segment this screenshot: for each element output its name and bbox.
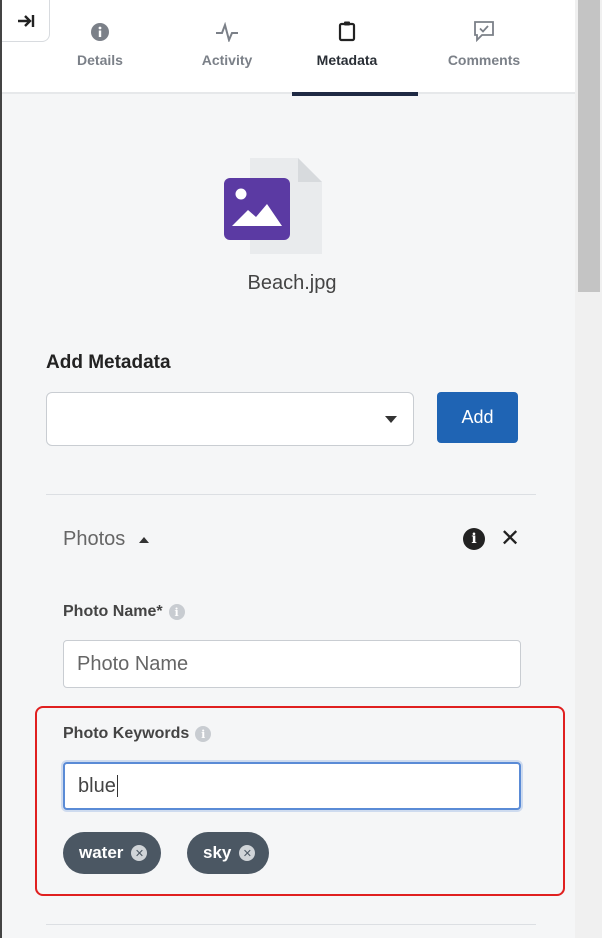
photos-section-toggle[interactable]: Photos [63, 528, 150, 551]
add-metadata-button[interactable]: Add [437, 392, 518, 443]
tab-bar: Details Activity Metadata Comments [2, 0, 575, 96]
tab-label: Details [77, 52, 123, 68]
info-icon[interactable]: i [168, 604, 185, 620]
remove-chip-icon[interactable]: ✕ [131, 845, 148, 861]
tab-label: Comments [447, 52, 521, 68]
tab-details[interactable]: Details [45, 18, 155, 94]
info-icon[interactable]: i [463, 528, 485, 550]
text-cursor [116, 775, 118, 797]
scrollbar[interactable] [575, 0, 602, 938]
tab-label: Metadata [316, 52, 378, 68]
tab-label: Activity [201, 52, 253, 68]
image-file-icon [224, 158, 322, 254]
keyword-chip-label: sky [203, 843, 232, 862]
remove-chip-icon[interactable]: ✕ [239, 845, 256, 861]
chevron-down-icon [385, 416, 397, 423]
divider [46, 924, 536, 925]
keyword-chip: water ✕ [63, 832, 162, 874]
photo-keywords-label: Photo Keywords i [63, 725, 212, 743]
metadata-panel: Details Activity Metadata Comments Beach… [0, 0, 575, 938]
collapse-panel-button[interactable] [2, 0, 50, 42]
section-title: Photos [63, 528, 126, 550]
photo-name-label: Photo Name* i [63, 603, 185, 621]
photo-keywords-value: blue [78, 774, 116, 797]
photo-keywords-input[interactable]: blue [63, 762, 521, 810]
divider [46, 494, 536, 495]
info-circle-icon [91, 23, 109, 41]
field-label-text: Photo Keywords [63, 725, 190, 742]
comment-check-icon [474, 21, 494, 42]
file-name: Beach.jpg [247, 272, 337, 294]
keyword-chip: sky ✕ [187, 832, 270, 874]
clipboard-icon [338, 21, 356, 42]
tab-activity[interactable]: Activity [172, 18, 282, 94]
tab-comments[interactable]: Comments [429, 18, 539, 94]
scrollbar-thumb[interactable] [578, 0, 600, 292]
photo-name-input[interactable]: Photo Name [63, 640, 521, 688]
activity-pulse-icon [216, 22, 238, 42]
close-icon[interactable]: ✕ [500, 524, 520, 553]
keyword-chip-label: water [79, 843, 124, 862]
caret-up-icon [139, 536, 150, 543]
collapse-right-icon [17, 14, 34, 27]
tab-metadata[interactable]: Metadata [292, 18, 418, 96]
field-label-text: Photo Name* [63, 603, 163, 620]
add-metadata-heading: Add Metadata [46, 352, 171, 373]
photo-name-placeholder: Photo Name [77, 652, 189, 675]
metadata-type-select[interactable] [46, 392, 414, 446]
info-icon[interactable]: i [195, 726, 212, 742]
